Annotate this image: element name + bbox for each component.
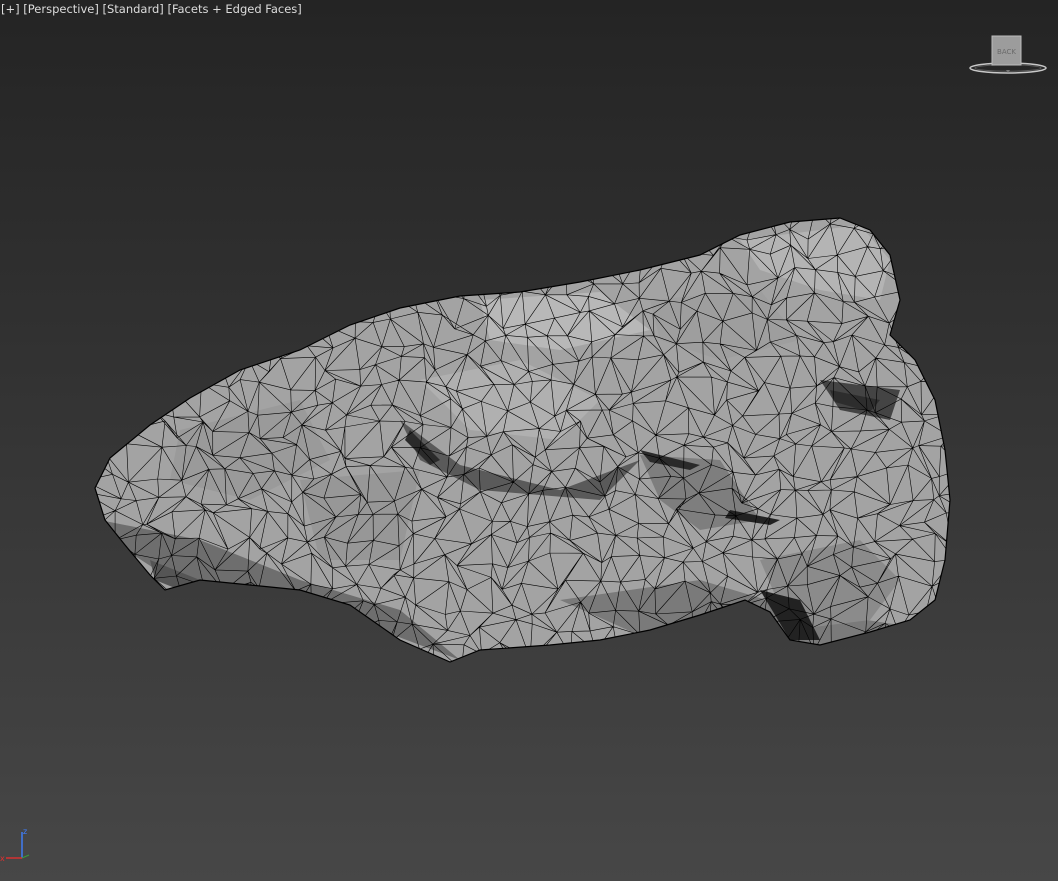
- viewport-display-mode[interactable]: [Facets + Edged Faces]: [167, 2, 301, 16]
- rock-mesh[interactable]: [0, 0, 1058, 881]
- axis-tripod-icon: z x: [0, 827, 30, 863]
- viewport-shading-standard[interactable]: [Standard]: [103, 2, 164, 16]
- viewport-menu-plus[interactable]: [+]: [1, 2, 20, 16]
- axis-y-line: [21, 854, 30, 859]
- perspective-viewport[interactable]: [+] [Perspective] [Standard] [Facets + E…: [0, 0, 1058, 881]
- viewcube-icon[interactable]: BACK: [966, 32, 1050, 76]
- viewport-point-of-view[interactable]: [Perspective]: [23, 2, 99, 16]
- axis-x-label: x: [0, 854, 5, 863]
- axis-z-label: z: [23, 827, 27, 836]
- viewport-label: [+] [Perspective] [Standard] [Facets + E…: [1, 2, 302, 16]
- viewcube-face-label: BACK: [997, 48, 1016, 56]
